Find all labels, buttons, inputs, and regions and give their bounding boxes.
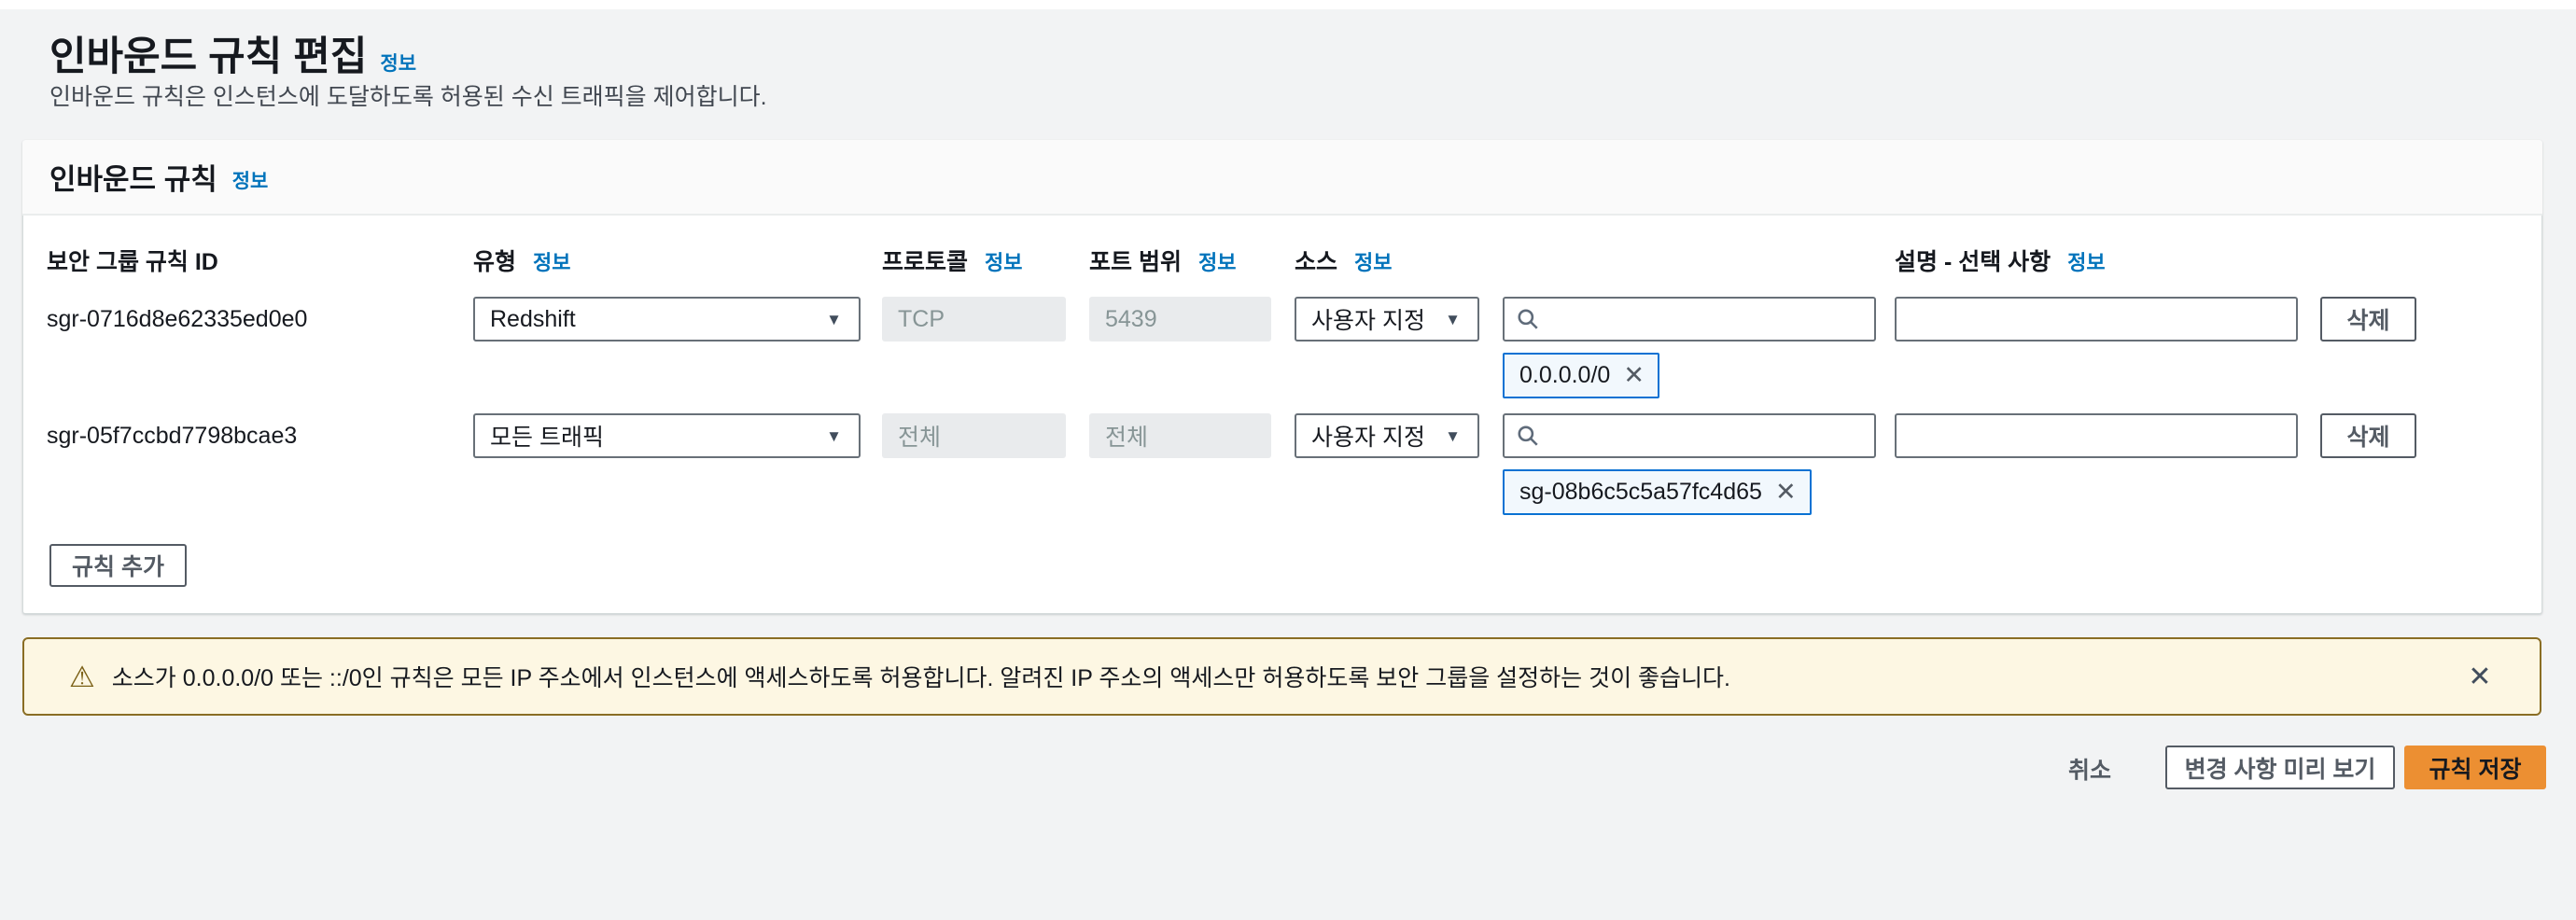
chevron-down-icon: ▼ bbox=[1445, 426, 1461, 445]
chevron-down-icon: ▼ bbox=[826, 310, 842, 328]
description-input[interactable] bbox=[1895, 297, 2298, 342]
source-tag: 0.0.0.0/0 ✕ bbox=[1503, 353, 1659, 398]
source-tag: sg-08b6c5c5a57fc4d65 ✕ bbox=[1503, 469, 1812, 515]
warning-text: 소스가 0.0.0.0/0 또는 ::/0인 규칙은 모든 IP 주소에서 인스… bbox=[111, 665, 1730, 691]
warning-banner: ⚠ 소스가 0.0.0.0/0 또는 ::/0인 규칙은 모든 IP 주소에서 … bbox=[22, 637, 2541, 716]
port-range-input: 전체 bbox=[1089, 413, 1271, 458]
rule-row: sgr-0716d8e62335ed0e0 Redshift ▼ TCP 543… bbox=[0, 297, 2576, 413]
search-icon bbox=[1518, 309, 1538, 329]
delete-rule-button[interactable]: 삭제 bbox=[2320, 413, 2416, 458]
panel-title: 인바운드 규칙 bbox=[49, 163, 217, 196]
search-icon bbox=[1518, 425, 1538, 446]
source-mode-select[interactable]: 사용자 지정 ▼ bbox=[1295, 413, 1479, 458]
chevron-down-icon: ▼ bbox=[826, 426, 842, 445]
chevron-down-icon: ▼ bbox=[1445, 310, 1461, 328]
remove-source-icon[interactable]: ✕ bbox=[1775, 480, 1797, 505]
source-tag-label: sg-08b6c5c5a57fc4d65 bbox=[1519, 479, 1762, 505]
port-range-info-link[interactable]: 정보 bbox=[1198, 251, 1236, 274]
type-select[interactable]: 모든 트래픽 ▼ bbox=[473, 413, 861, 458]
source-mode-select[interactable]: 사용자 지정 ▼ bbox=[1295, 297, 1479, 342]
column-header-type: 유형 정보 bbox=[473, 249, 571, 275]
cancel-button[interactable]: 취소 bbox=[2068, 752, 2111, 786]
column-header-rule-id: 보안 그룹 규칙 ID bbox=[47, 249, 218, 275]
inbound-rules-panel-header: 인바운드 규칙 정보 bbox=[22, 140, 2542, 216]
rule-id: sgr-0716d8e62335ed0e0 bbox=[47, 306, 308, 332]
save-rules-button[interactable]: 규칙 저장 bbox=[2404, 746, 2546, 789]
source-tag-label: 0.0.0.0/0 bbox=[1519, 362, 1611, 388]
type-info-link[interactable]: 정보 bbox=[533, 251, 570, 274]
delete-rule-button[interactable]: 삭제 bbox=[2320, 297, 2416, 342]
close-icon: ✕ bbox=[2468, 661, 2492, 692]
page-subtitle: 인바운드 규칙은 인스턴스에 도달하도록 허용된 수신 트래픽을 제어합니다. bbox=[49, 84, 767, 110]
top-divider bbox=[0, 0, 2576, 9]
protocol-input: TCP bbox=[882, 297, 1066, 342]
dismiss-warning-button[interactable]: ✕ bbox=[2452, 639, 2508, 714]
warning-icon: ⚠ bbox=[69, 660, 95, 693]
column-header-protocol: 프로토콜 정보 bbox=[882, 249, 1023, 275]
rule-id: sgr-05f7ccbd7798bcae3 bbox=[47, 423, 298, 449]
column-header-port-range: 포트 범위 정보 bbox=[1089, 249, 1237, 275]
source-info-link[interactable]: 정보 bbox=[1354, 251, 1392, 274]
type-select[interactable]: Redshift ▼ bbox=[473, 297, 861, 342]
source-search-input[interactable] bbox=[1503, 297, 1876, 342]
page-title-text: 인바운드 규칙 편집 bbox=[49, 35, 368, 79]
description-input[interactable] bbox=[1895, 413, 2298, 458]
panel-info-link[interactable]: 정보 bbox=[232, 166, 269, 194]
description-info-link[interactable]: 정보 bbox=[2067, 251, 2105, 274]
port-range-input: 5439 bbox=[1089, 297, 1271, 342]
preview-changes-button[interactable]: 변경 사항 미리 보기 bbox=[2165, 746, 2395, 789]
source-search-input[interactable] bbox=[1503, 413, 1876, 458]
page-title-info-link[interactable]: 정보 bbox=[380, 53, 416, 75]
add-rule-button[interactable]: 규칙 추가 bbox=[49, 544, 187, 587]
protocol-info-link[interactable]: 정보 bbox=[985, 251, 1022, 274]
page-title: 인바운드 규칙 편집 정보 bbox=[49, 24, 416, 82]
remove-source-icon[interactable]: ✕ bbox=[1623, 363, 1645, 388]
column-header-description: 설명 - 선택 사항 정보 bbox=[1895, 249, 2106, 275]
edit-inbound-rules-page: 인바운드 규칙 편집 정보 인바운드 규칙은 인스턴스에 도달하도록 허용된 수신… bbox=[0, 0, 2576, 920]
column-header-source: 소스 정보 bbox=[1295, 249, 1393, 275]
rule-row: sgr-05f7ccbd7798bcae3 모든 트래픽 ▼ 전체 전체 사용자… bbox=[0, 413, 2576, 530]
protocol-input: 전체 bbox=[882, 413, 1066, 458]
